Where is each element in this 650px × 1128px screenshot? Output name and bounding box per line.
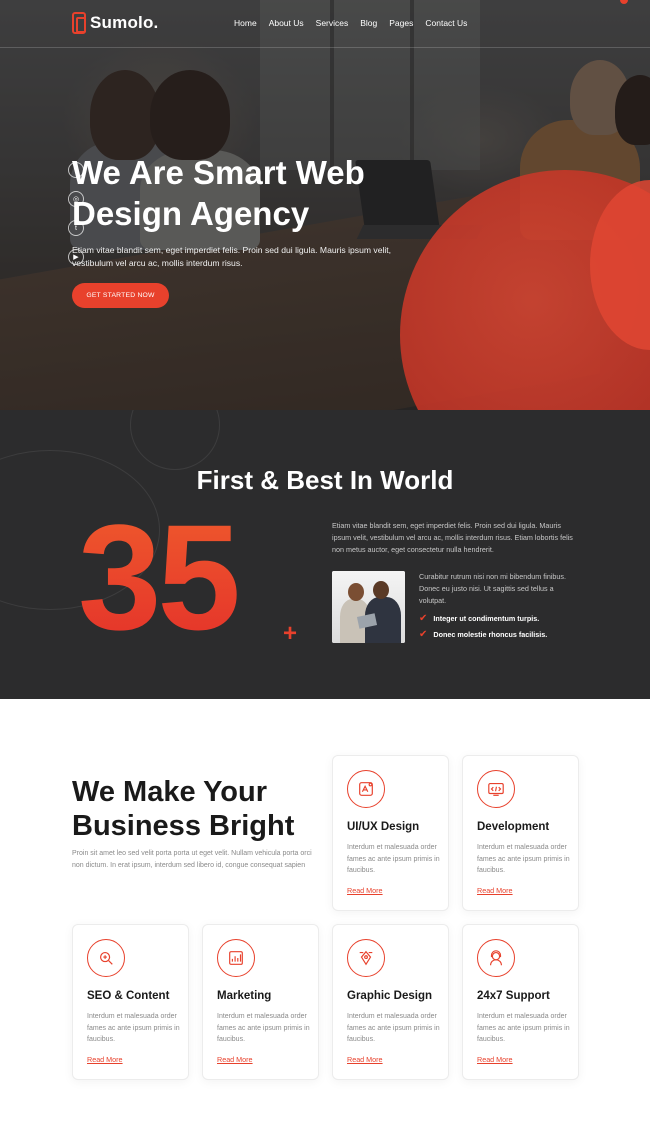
nav-blog[interactable]: Blog [360,18,377,28]
read-more-link[interactable]: Read More [347,886,383,895]
nav-contact-us[interactable]: Contact Us [425,18,467,28]
stats-sub-paragraph: Curabitur rutrum nisi non mi bibendum fi… [419,572,567,605]
hero-text: Etiam vitae blandit sem, eget imperdiet … [72,245,392,268]
graphic-design-icon [347,939,385,977]
check-icon: ✔ [419,613,428,624]
read-more-link[interactable]: Read More [477,886,513,895]
read-more-link[interactable]: Read More [347,1055,383,1064]
service-card-seo[interactable]: SEO & Content Interdum et malesuada orde… [72,924,189,1080]
read-more-link[interactable]: Read More [217,1055,253,1064]
stats-section: First & Best In World 35 + Etiam vitae b… [0,410,650,699]
hero-title: We Are Smart Web Design Agency [72,154,365,232]
service-card-marketing[interactable]: Marketing Interdum et malesuada order fa… [202,924,319,1080]
card-text: Interdum et malesuada order fames ac ant… [347,1013,440,1043]
check-icon: ✔ [419,629,428,640]
read-more-link[interactable]: Read More [477,1055,513,1064]
top-navigation-bar: Sumolo. Home About Us Services Blog Page… [0,0,650,48]
card-title: UI/UX Design [347,821,420,833]
card-text: Interdum et malesuada order fames ac ant… [347,844,440,874]
card-text: Interdum et malesuada order fames ac ant… [477,844,570,874]
services-paragraph: Proin sit amet leo sed velit porta porta… [72,850,312,869]
card-title: 24x7 Support [477,990,550,1002]
nav-about-us[interactable]: About Us [269,18,304,28]
notification-dot [620,0,628,4]
services-title: We Make Your Business Bright [72,776,295,842]
service-card-graphic-design[interactable]: Graphic Design Interdum et malesuada ord… [332,924,449,1080]
logo-text: Sumolo. [90,13,159,32]
services-section: We Make Your Business Bright Proin sit a… [0,699,650,1128]
design-icon [347,770,385,808]
card-text: Interdum et malesuada order fames ac ant… [87,1013,180,1043]
card-title: Graphic Design [347,990,432,1002]
service-card-support[interactable]: 24x7 Support Interdum et malesuada order… [462,924,579,1080]
seo-icon [87,939,125,977]
card-title: Development [477,821,550,833]
service-card-development[interactable]: Development Interdum et malesuada order … [462,755,579,911]
stats-plus: + [283,620,298,647]
card-text: Interdum et malesuada order fames ac ant… [217,1013,310,1043]
hero-section: Sumolo. Home About Us Services Blog Page… [0,0,650,410]
read-more-link[interactable]: Read More [87,1055,123,1064]
nav-home[interactable]: Home [234,18,257,28]
service-card-ui-ux[interactable]: UI/UX Design Interdum et malesuada order… [332,755,449,911]
card-title: Marketing [217,990,272,1002]
decorative-curve [130,410,220,470]
check-label: Donec molestie rhoncus facilisis. [433,630,548,639]
development-icon [477,770,515,808]
support-icon [477,939,515,977]
card-title: SEO & Content [87,990,170,1002]
team-photo [332,571,405,643]
card-text: Interdum et malesuada order fames ac ant… [477,1013,570,1043]
check-item: ✔ Integer ut condimentum turpis. [419,613,539,624]
check-item: ✔ Donec molestie rhoncus facilisis. [419,629,547,640]
site-logo[interactable]: Sumolo. [72,12,158,34]
get-started-button[interactable]: GET STARTED NOW [72,283,169,308]
stats-number: 35 [78,493,241,661]
check-label: Integer ut condimentum turpis. [433,614,540,623]
nav-services[interactable]: Services [316,18,349,28]
stats-title: First & Best In World [196,465,454,495]
main-nav: Home About Us Services Blog Pages Contac… [234,18,467,28]
logo-icon [72,12,86,34]
nav-pages[interactable]: Pages [389,18,413,28]
stats-paragraph: Etiam vitae blandit sem, eget imperdiet … [332,521,573,554]
marketing-icon [217,939,255,977]
